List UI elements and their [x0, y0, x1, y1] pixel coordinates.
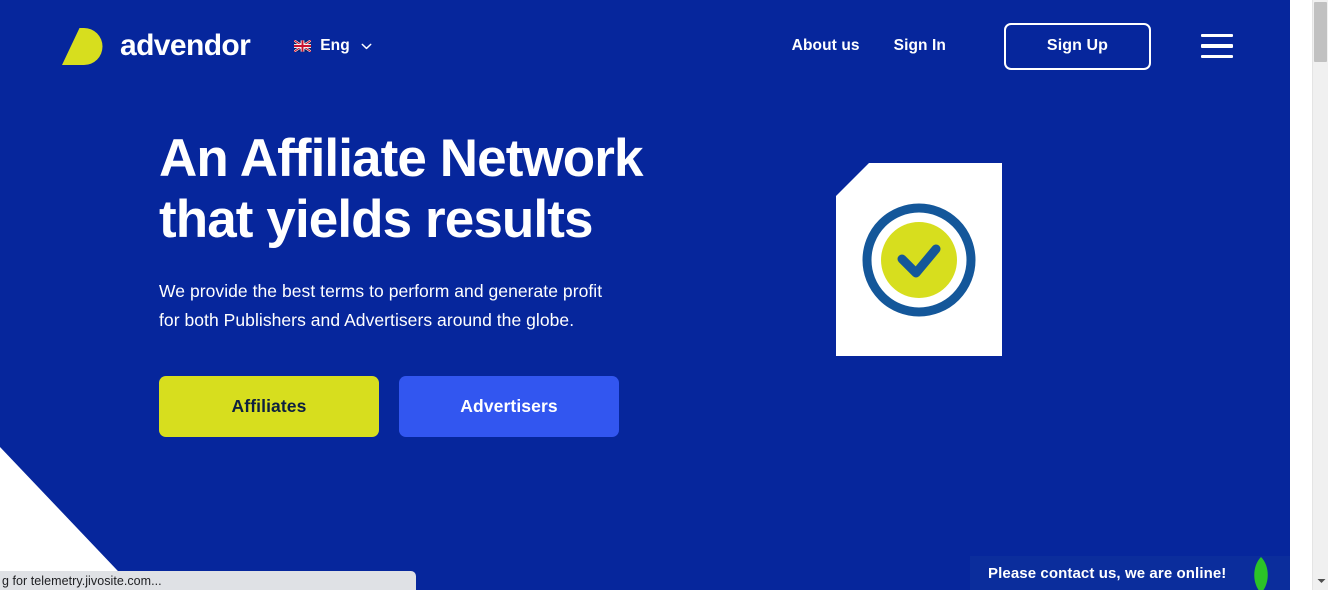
nav-link-about-us[interactable]: About us [792, 37, 860, 55]
decorative-corner-wedge [0, 447, 136, 590]
hero-subtitle-line-1: We provide the best terms to perform and… [159, 281, 603, 301]
scroll-down-arrow-icon[interactable] [1313, 573, 1328, 589]
brand-logo[interactable]: advendor [58, 22, 251, 71]
chat-widget-message: Please contact us, we are online! [988, 564, 1227, 582]
page-canvas: advendor Eng About us Sign In Sign Up An… [0, 0, 1290, 590]
language-selector[interactable]: Eng [294, 37, 372, 55]
hero-text-block: An Affiliate Network that yields results… [159, 128, 799, 334]
hero-title-line-2: that yields results [159, 190, 593, 249]
chevron-down-icon [361, 43, 372, 49]
status-bar-text: g for telemetry.jivosite.com... [2, 573, 162, 588]
browser-status-bar: g for telemetry.jivosite.com... [0, 571, 416, 590]
hero-subtitle: We provide the best terms to perform and… [159, 277, 799, 334]
page-right-gutter [1290, 0, 1312, 590]
scrollbar-thumb[interactable] [1314, 2, 1327, 62]
site-header: advendor Eng About us Sign In Sign Up [0, 0, 1290, 92]
browser-viewport: advendor Eng About us Sign In Sign Up An… [0, 0, 1328, 590]
main-nav: About us Sign In Sign Up [792, 22, 1233, 70]
page-title: An Affiliate Network that yields results [159, 128, 799, 250]
uk-flag-icon [294, 40, 312, 52]
hero-cta-row: Affiliates Advertisers [159, 376, 619, 437]
advendor-logo-icon [62, 27, 103, 65]
language-label: Eng [320, 37, 350, 54]
hamburger-bar [1201, 44, 1233, 48]
hamburger-menu-icon[interactable] [1201, 34, 1233, 58]
brand-name: advendor [120, 29, 251, 62]
chat-widget[interactable]: Please contact us, we are online! [970, 556, 1290, 590]
document-with-check-circle-icon [836, 163, 1002, 356]
vertical-scrollbar[interactable] [1312, 0, 1328, 590]
hamburger-bar [1201, 34, 1233, 38]
hamburger-bar [1201, 54, 1233, 58]
jivo-leaf-icon [1254, 557, 1268, 590]
advertisers-button[interactable]: Advertisers [399, 376, 619, 437]
nav-link-sign-in[interactable]: Sign In [894, 37, 946, 55]
sign-up-button[interactable]: Sign Up [1004, 22, 1151, 70]
hero-subtitle-line-2: for both Publishers and Advertisers arou… [159, 309, 575, 330]
affiliates-button[interactable]: Affiliates [159, 376, 379, 437]
hero-title-line-1: An Affiliate Network [159, 129, 643, 188]
